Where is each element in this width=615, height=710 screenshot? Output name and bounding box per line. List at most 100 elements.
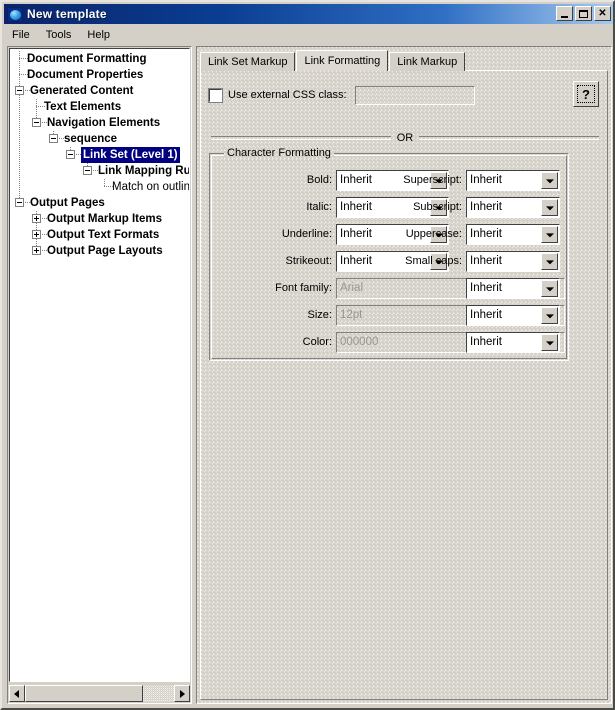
field-label: Underline: — [281, 228, 332, 240]
strikeout-value: Inherit — [340, 255, 372, 267]
tree-item-match-on-outlin[interactable]: Match on outlin — [10, 179, 189, 195]
tree-item-label: Document Properties — [27, 69, 144, 81]
tree-expand-icon[interactable] — [32, 246, 41, 255]
tree-item-label: Navigation Elements — [47, 117, 161, 129]
tree-item-label: Text Elements — [44, 101, 122, 113]
tree-item-output-pages[interactable]: Output Pages — [10, 195, 189, 211]
group-title: Character Formatting — [224, 147, 334, 159]
menu-bar: File Tools Help — [4, 25, 613, 45]
color-override-combobox[interactable]: Inherit — [466, 332, 560, 353]
tree-guide-line — [19, 147, 20, 163]
tree-item-link-set-level-1[interactable]: Link Set (Level 1) — [10, 147, 189, 163]
scrollbar-thumb[interactable] — [25, 685, 143, 702]
scrollbar-track[interactable] — [25, 685, 174, 702]
or-separator: OR — [211, 131, 599, 145]
field-label: Small caps: — [405, 255, 462, 267]
menu-item-help[interactable]: Help — [79, 27, 118, 43]
uppercase-value: Inherit — [470, 228, 502, 240]
globe-icon — [7, 6, 23, 22]
tree-item-label: Output Text Formats — [47, 229, 160, 241]
tree-nodes: Document Formatting Document Properties Ge… — [10, 51, 189, 259]
tree-item-label: Generated Content — [30, 85, 134, 97]
tree-horizontal-scrollbar[interactable] — [9, 685, 190, 702]
window-title: New template — [27, 7, 107, 21]
use-external-css-checkbox[interactable] — [208, 87, 223, 103]
chevron-down-icon[interactable] — [541, 226, 558, 243]
tree-item-label: Output Markup Items — [47, 213, 163, 225]
tree-collapse-icon[interactable] — [83, 166, 92, 175]
font-family-override-value: Inherit — [470, 282, 502, 294]
chevron-down-icon[interactable] — [541, 334, 558, 351]
use-external-css-label: Use external CSS class: — [228, 89, 347, 101]
small-caps-combobox[interactable]: Inherit — [466, 251, 560, 272]
help-button[interactable]: ? — [573, 81, 599, 107]
tree-item-sequence[interactable]: sequence — [10, 131, 189, 147]
tree-expand-icon[interactable] — [32, 230, 41, 239]
external-css-row: Use external CSS class: — [208, 84, 599, 106]
tree-item-generated-content[interactable]: Generated Content — [10, 83, 189, 99]
color-value: 000000 — [340, 336, 379, 348]
tree-collapse-icon[interactable] — [66, 150, 75, 159]
tree-item-output-text-formats[interactable]: Output Text Formats — [10, 227, 189, 243]
field-label: Uppercase: — [405, 228, 462, 240]
field-label: Strikeout: — [285, 255, 332, 267]
tree-guide-line — [19, 115, 20, 131]
tree-item-label: Output Pages — [30, 197, 105, 209]
maximize-button[interactable] — [575, 6, 592, 21]
tree-item-label: Link Set (Level 1) — [81, 147, 180, 163]
tree-item-document-formatting[interactable]: Document Formatting — [10, 51, 189, 67]
tree-item-link-mapping-ru[interactable]: Link Mapping Ru — [10, 163, 189, 179]
tree-expand-icon[interactable] — [32, 214, 41, 223]
tree-item-output-markup-items[interactable]: Output Markup Items — [10, 211, 189, 227]
minimize-button[interactable] — [556, 6, 573, 21]
tree-collapse-icon[interactable] — [32, 118, 41, 127]
tree-guide-line — [36, 99, 37, 115]
font-family-value: Arial — [340, 282, 364, 294]
chevron-down-icon[interactable] — [541, 307, 558, 324]
tree-item-label: Output Page Layouts — [47, 245, 163, 257]
tree-item-document-properties[interactable]: Document Properties — [10, 67, 189, 83]
font-family-override-combobox[interactable]: Inherit — [466, 278, 560, 299]
tab-link-set-markup[interactable]: Link Set Markup — [200, 52, 296, 71]
size-override-value: Inherit — [470, 309, 502, 321]
tree-collapse-icon[interactable] — [15, 86, 24, 95]
field-label: Superscript: — [403, 174, 462, 186]
form-row: Size: 12pt Inherit — [210, 305, 568, 326]
tree-collapse-icon[interactable] — [15, 198, 24, 207]
question-mark-icon: ? — [577, 85, 595, 103]
tab-link-formatting[interactable]: Link Formatting — [296, 50, 389, 71]
size-override-combobox[interactable]: Inherit — [466, 305, 560, 326]
form-row: Italic: Inherit Subscript: Inherit — [210, 197, 568, 218]
character-formatting-group: Character Formatting Bold: Inherit Supersc… — [209, 147, 569, 361]
menu-item-tools[interactable]: Tools — [38, 27, 80, 43]
scroll-left-arrow-icon[interactable] — [9, 685, 25, 702]
css-class-input[interactable] — [354, 85, 475, 105]
close-button[interactable]: ✕ — [594, 6, 611, 21]
form-row: Bold: Inherit Superscript: Inherit — [210, 170, 568, 191]
superscript-combobox[interactable]: Inherit — [466, 170, 560, 191]
tree-item-label: sequence — [64, 133, 118, 145]
form-row: Color: 000000 Inherit — [210, 332, 568, 353]
window-controls: ✕ — [556, 6, 611, 21]
chevron-down-icon[interactable] — [541, 172, 558, 189]
separator-line-left — [211, 136, 391, 140]
subscript-combobox[interactable]: Inherit — [466, 197, 560, 218]
tab-link-markup[interactable]: Link Markup — [389, 52, 466, 71]
tree-item-navigation-elements[interactable]: Navigation Elements — [10, 115, 189, 131]
tree-collapse-icon[interactable] — [49, 134, 58, 143]
subscript-value: Inherit — [470, 201, 502, 213]
tree-guide-line — [19, 67, 20, 83]
chevron-down-icon[interactable] — [541, 280, 558, 297]
menu-item-file[interactable]: File — [4, 27, 38, 43]
tree-item-output-page-layouts[interactable]: Output Page Layouts — [10, 243, 189, 259]
field-label: Italic: — [306, 201, 332, 213]
tree-guide-line — [19, 131, 20, 147]
tree-guide-line — [19, 179, 20, 195]
scroll-right-arrow-icon[interactable] — [174, 685, 190, 702]
chevron-down-icon[interactable] — [541, 253, 558, 270]
tree-pane: Document Formatting Document Properties Ge… — [7, 46, 192, 704]
template-tree[interactable]: Document Formatting Document Properties Ge… — [9, 48, 190, 682]
uppercase-combobox[interactable]: Inherit — [466, 224, 560, 245]
chevron-down-icon[interactable] — [541, 199, 558, 216]
tree-item-text-elements[interactable]: Text Elements — [10, 99, 189, 115]
